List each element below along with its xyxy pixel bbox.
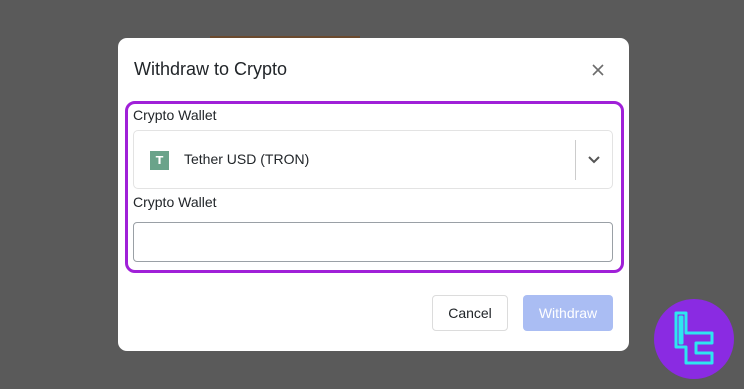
withdraw-modal: Withdraw to Crypto Crypto Wallet T Tethe… (118, 38, 629, 351)
brand-logo (654, 299, 734, 379)
wallet-address-label: Crypto Wallet (133, 194, 217, 210)
withdraw-button[interactable]: Withdraw (523, 295, 613, 331)
modal-title: Withdraw to Crypto (134, 59, 288, 79)
close-button[interactable] (587, 59, 609, 81)
select-divider (575, 140, 576, 180)
brand-logo-icon (674, 311, 714, 365)
selected-coin-label: Tether USD (TRON) (184, 151, 310, 167)
cancel-button[interactable]: Cancel (432, 295, 508, 331)
wallet-address-input[interactable] (133, 222, 613, 262)
chevron-down-icon (588, 156, 600, 164)
wallet-select-label: Crypto Wallet (133, 107, 217, 123)
close-icon (592, 64, 604, 76)
dropdown-toggle[interactable] (584, 150, 604, 170)
tether-coin-icon: T (150, 151, 169, 170)
crypto-wallet-select[interactable]: T Tether USD (TRON) (133, 130, 613, 189)
